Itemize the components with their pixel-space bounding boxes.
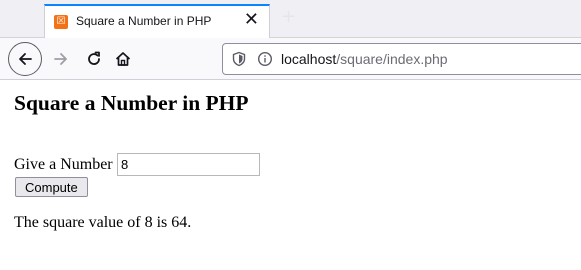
url-path: /square/index.php [336,51,448,67]
home-button[interactable] [106,42,140,76]
forward-button[interactable] [44,42,78,76]
close-tab-icon[interactable]: ✕ [244,10,259,30]
tab-strip: ☒ Square a Number in PHP ✕ + [0,0,581,38]
url-host: localhost [281,51,337,67]
page-title: Square a Number in PHP [14,91,249,115]
forward-arrow-icon [54,53,67,65]
reload-icon [88,51,100,65]
navigation-bar: localhost/square/index.php [0,38,581,80]
number-label: Give a Number [14,156,113,173]
xampp-icon: ☒ [54,15,68,29]
tab-active[interactable]: ☒ Square a Number in PHP ✕ [44,4,270,38]
page-content: Square a Number in PHP Give a Number Com… [0,80,581,270]
back-button[interactable] [8,42,42,76]
back-arrow-icon [19,53,32,65]
address-bar[interactable]: localhost/square/index.php [222,43,581,75]
tab-title: Square a Number in PHP [76,14,212,28]
info-icon[interactable] [257,51,273,67]
url-text[interactable]: localhost/square/index.php [281,51,448,67]
shield-icon[interactable] [231,51,247,67]
home-icon [115,52,131,66]
new-tab-icon[interactable]: + [281,6,296,27]
compute-button[interactable]: Compute [15,177,88,197]
result-text: The square value of 8 is 64. [14,214,192,231]
number-input[interactable] [117,153,260,176]
